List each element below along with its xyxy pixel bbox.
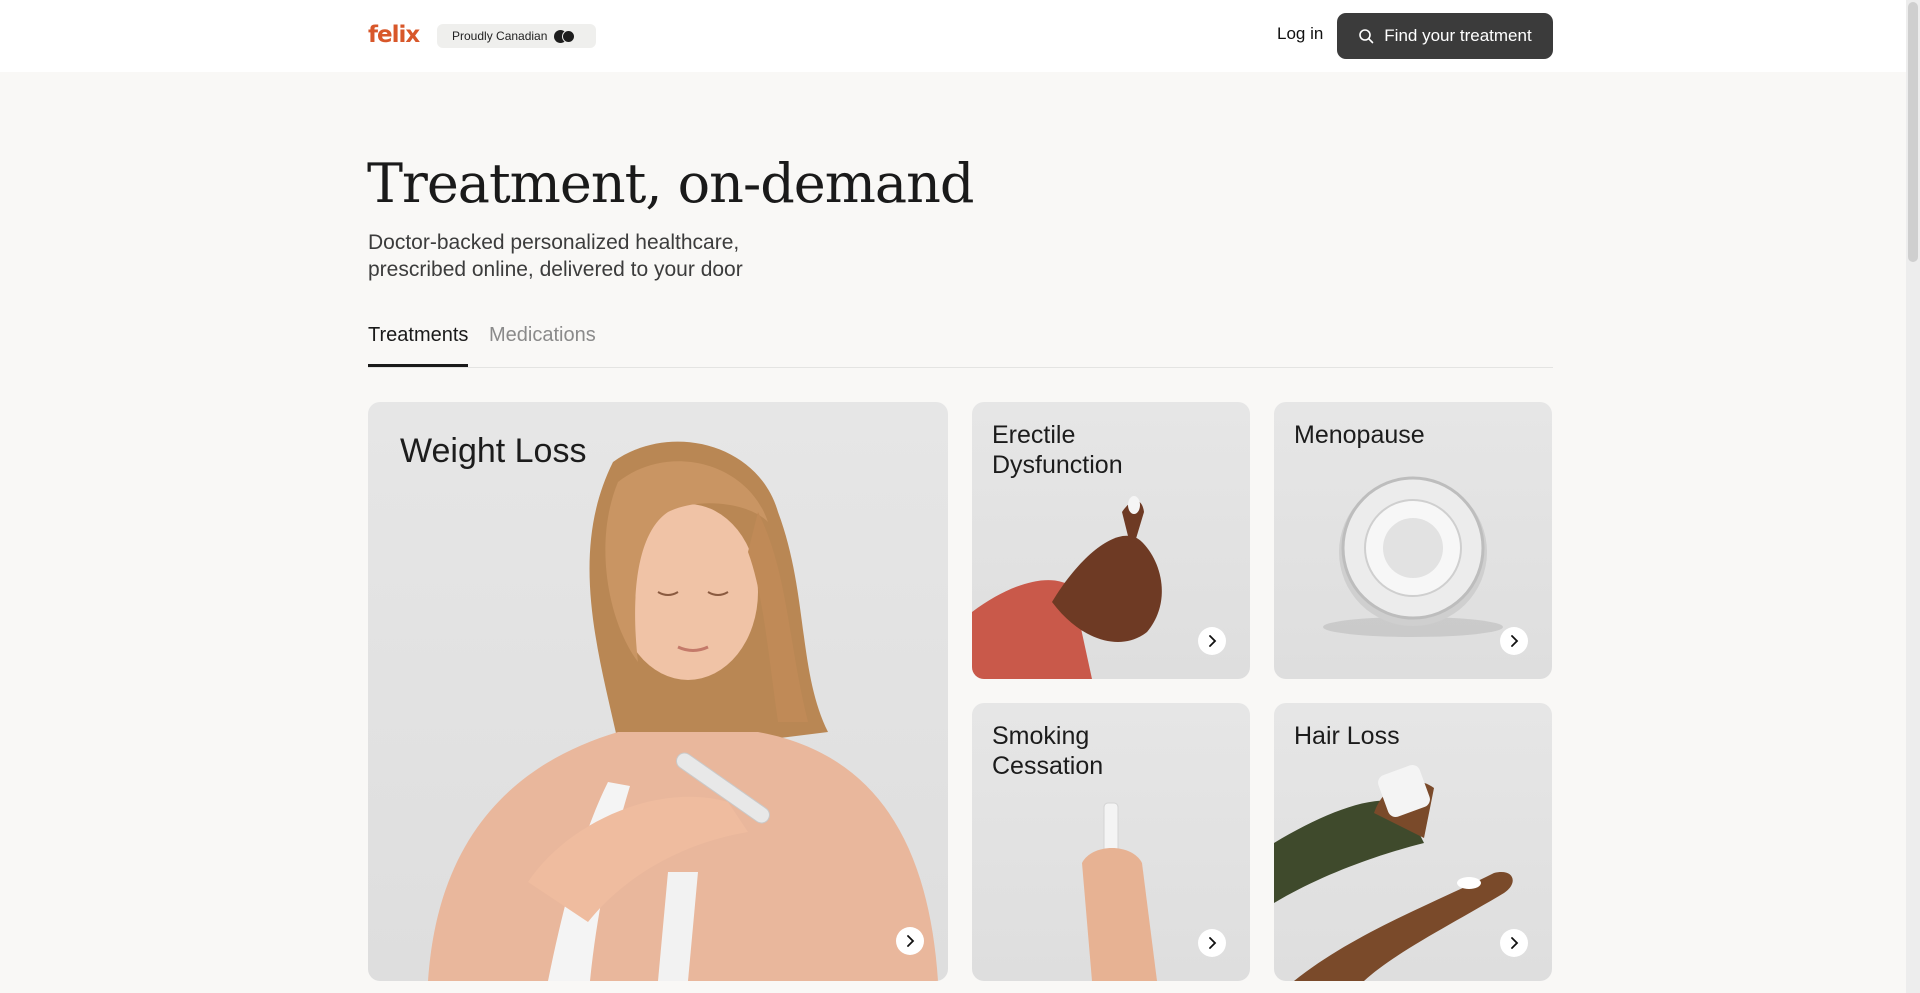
card-erectile-dysfunction-label: Erectile Dysfunction	[992, 421, 1123, 479]
card-smoking-cessation[interactable]: Smoking Cessation	[972, 703, 1250, 981]
category-tabs: Treatments Medications	[368, 322, 1553, 368]
find-treatment-button[interactable]: Find your treatment	[1337, 13, 1553, 59]
page-title: Treatment, on-demand	[367, 152, 974, 215]
felix-logo[interactable]: felix	[368, 22, 420, 48]
card-weight-loss-label: Weight Loss	[400, 432, 587, 470]
search-icon	[1359, 29, 1374, 44]
flag-icon	[554, 29, 576, 43]
card-menopause-label: Menopause	[1294, 421, 1425, 449]
login-link[interactable]: Log in	[1277, 24, 1323, 44]
tab-medications[interactable]: Medications	[489, 324, 596, 347]
tab-treatments[interactable]: Treatments	[368, 324, 469, 367]
hero-subtitle: Doctor-backed personalized healthcare, p…	[368, 231, 743, 281]
card-erectile-dysfunction[interactable]: Erectile Dysfunction	[972, 402, 1250, 679]
site-header: felix Proudly Canadian Log in Find your …	[0, 0, 1906, 72]
chevron-right-icon[interactable]	[1198, 929, 1226, 957]
card-hair-loss-label: Hair Loss	[1294, 722, 1400, 750]
scrollbar[interactable]	[1906, 0, 1920, 993]
card-hair-loss[interactable]: Hair Loss	[1274, 703, 1552, 981]
card-menopause[interactable]: Menopause	[1274, 402, 1552, 679]
chevron-right-icon[interactable]	[1198, 627, 1226, 655]
badge-label: Proudly Canadian	[452, 29, 548, 43]
chevron-right-icon[interactable]	[896, 927, 924, 955]
woman-injection-image	[428, 441, 938, 981]
card-smoking-cessation-label: Smoking Cessation	[992, 722, 1104, 780]
scrollbar-thumb[interactable]	[1908, 2, 1918, 262]
chevron-right-icon[interactable]	[1500, 929, 1528, 957]
proudly-canadian-badge: Proudly Canadian	[437, 24, 596, 48]
find-treatment-label: Find your treatment	[1384, 26, 1532, 45]
chevron-right-icon[interactable]	[1500, 627, 1528, 655]
card-weight-loss[interactable]: Weight Loss	[368, 402, 948, 981]
